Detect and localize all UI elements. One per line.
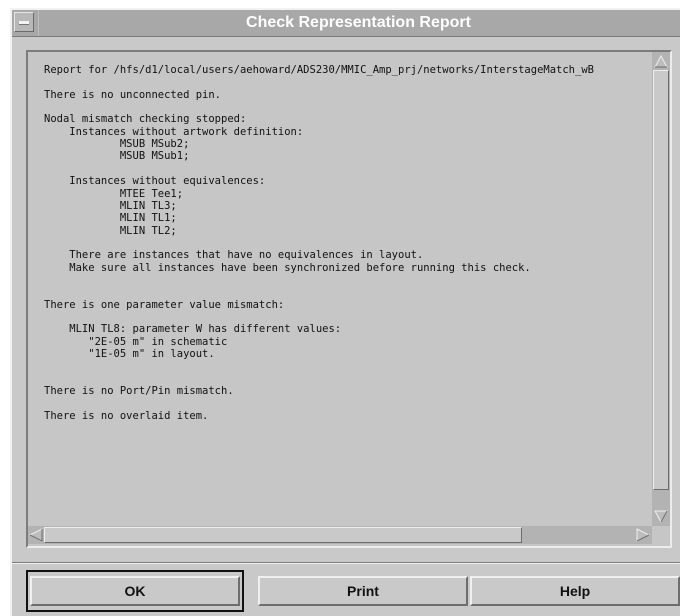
report-line: Make sure all instances have been synchr… <box>44 261 531 274</box>
report-line: There is no unconnected pin. <box>44 88 222 101</box>
horizontal-scrollbar[interactable] <box>28 526 652 544</box>
help-button[interactable]: Help <box>470 576 680 606</box>
report-line: MLIN TL8: parameter W has different valu… <box>44 323 342 336</box>
report-line: MSUB MSub1; <box>44 150 190 163</box>
report-line: There is no overlaid item. <box>44 409 209 422</box>
report-line: There is one parameter value mismatch: <box>44 298 285 311</box>
vertical-scroll-thumb[interactable] <box>653 70 669 490</box>
triangle-up-icon[interactable] <box>654 54 668 68</box>
report-text-panel: Report for /hfs/d1/local/users/aehoward/… <box>26 50 672 548</box>
report-line: "1E-05 m" in layout. <box>44 348 215 361</box>
report-line: Report for /hfs/d1/local/users/aehoward/… <box>44 64 594 76</box>
report-line: Instances without equivalences: <box>44 175 266 188</box>
report-line: There are instances that have no equival… <box>44 249 424 262</box>
ok-button[interactable]: OK <box>30 576 240 606</box>
triangle-down-icon[interactable] <box>654 510 668 524</box>
report-text-area[interactable]: Report for /hfs/d1/local/users/aehoward/… <box>28 52 652 526</box>
report-line: MLIN TL1; <box>44 212 177 225</box>
report-line: "2E-05 m" in schematic <box>44 335 228 348</box>
report-line: There is no Port/Pin mismatch. <box>44 385 234 398</box>
title-bar[interactable]: Check Representation Report <box>12 10 680 37</box>
report-line: MSUB MSub2; <box>44 138 190 151</box>
vertical-scrollbar[interactable] <box>652 52 670 526</box>
report-dialog: Check Representation Report Report for /… <box>10 8 680 616</box>
report-line: MTEE Tee1; <box>44 187 184 200</box>
window-menu-icon[interactable] <box>14 12 34 32</box>
report-line: Nodal mismatch checking stopped: <box>44 113 247 126</box>
button-separator <box>12 562 680 564</box>
triangle-left-icon[interactable] <box>29 528 43 542</box>
triangle-right-icon[interactable] <box>636 528 650 542</box>
report-line: Instances without artwork definition: <box>44 125 304 138</box>
window-title: Check Representation Report <box>38 10 678 36</box>
horizontal-scroll-thumb[interactable] <box>44 527 522 543</box>
report-line: MLIN TL3; <box>44 199 177 212</box>
report-line: MLIN TL2; <box>44 224 177 237</box>
print-button[interactable]: Print <box>258 576 468 606</box>
